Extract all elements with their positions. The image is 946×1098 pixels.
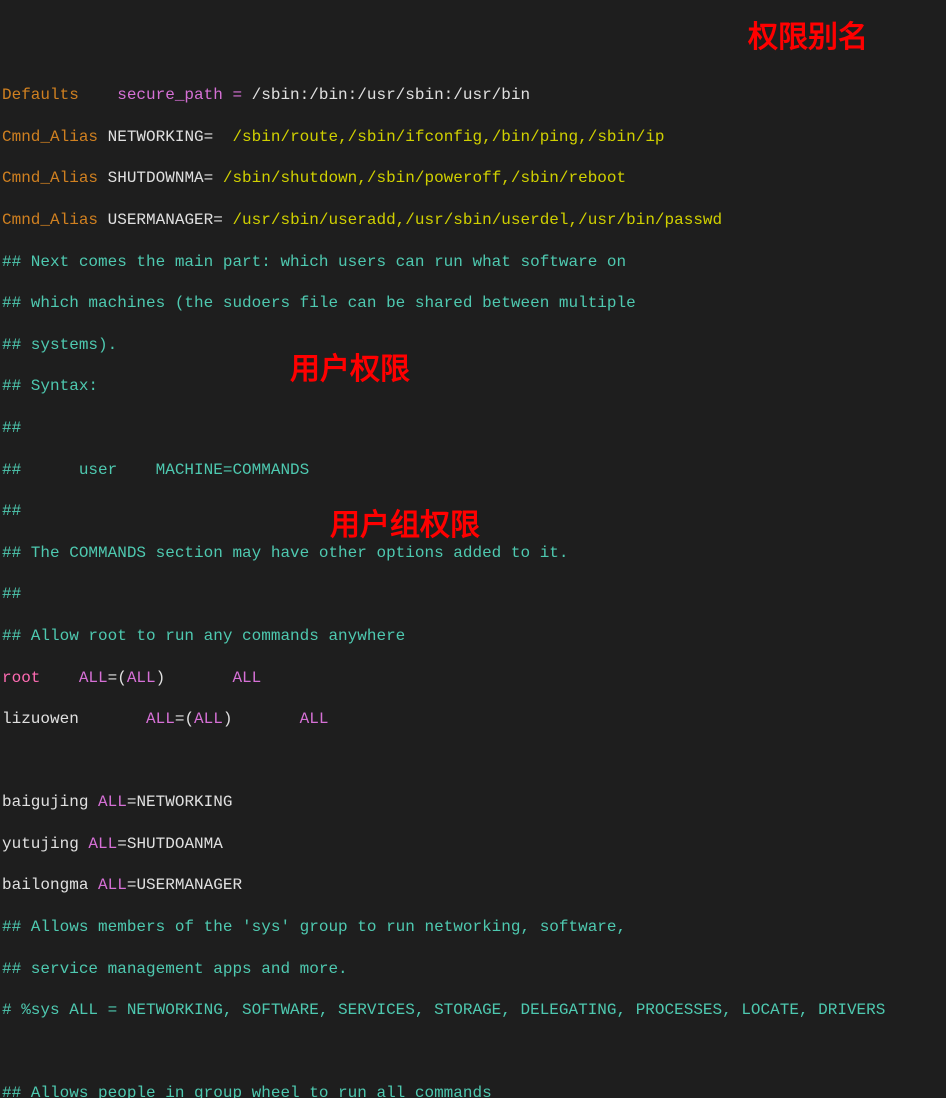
line-yutujing-rule: yutujing ALL=SHUTDOANMA xyxy=(2,834,944,855)
line-cmndalias-usermanager: Cmnd_Alias USERMANAGER= /usr/sbin/userad… xyxy=(2,210,944,231)
annotation-alias: 权限别名 xyxy=(748,18,868,57)
comment-line: ## user MACHINE=COMMANDS xyxy=(2,460,944,481)
comment-line: # %sys ALL = NETWORKING, SOFTWARE, SERVI… xyxy=(2,1000,944,1021)
line-lizuowen-rule: lizuowen ALL=(ALL) ALL xyxy=(2,709,944,730)
blank-line xyxy=(2,751,944,772)
comment-line: ## which machines (the sudoers file can … xyxy=(2,293,944,314)
comment-line: ## Allow root to run any commands anywhe… xyxy=(2,626,944,647)
blank-line xyxy=(2,1042,944,1063)
comment-line: ## systems). xyxy=(2,335,944,356)
line-root-rule: root ALL=(ALL) ALL xyxy=(2,668,944,689)
comment-line: ## service management apps and more. xyxy=(2,959,944,980)
line-bailongma-rule: bailongma ALL=USERMANAGER xyxy=(2,875,944,896)
comment-line: ## xyxy=(2,501,944,522)
line-defaults: Defaults secure_path = /sbin:/bin:/usr/s… xyxy=(2,85,944,106)
comment-line: ## Allows people in group wheel to run a… xyxy=(2,1083,944,1098)
comment-line: ## Syntax: xyxy=(2,376,944,397)
line-cmndalias-shutdown: Cmnd_Alias SHUTDOWNMA= /sbin/shutdown,/s… xyxy=(2,168,944,189)
line-baigujing-rule: baigujing ALL=NETWORKING xyxy=(2,792,944,813)
comment-line: ## xyxy=(2,584,944,605)
comment-line: ## Allows members of the 'sys' group to … xyxy=(2,917,944,938)
comment-line: ## The COMMANDS section may have other o… xyxy=(2,543,944,564)
comment-line: ## xyxy=(2,418,944,439)
line-cmndalias-networking: Cmnd_Alias NETWORKING= /sbin/route,/sbin… xyxy=(2,127,944,148)
comment-line: ## Next comes the main part: which users… xyxy=(2,252,944,273)
